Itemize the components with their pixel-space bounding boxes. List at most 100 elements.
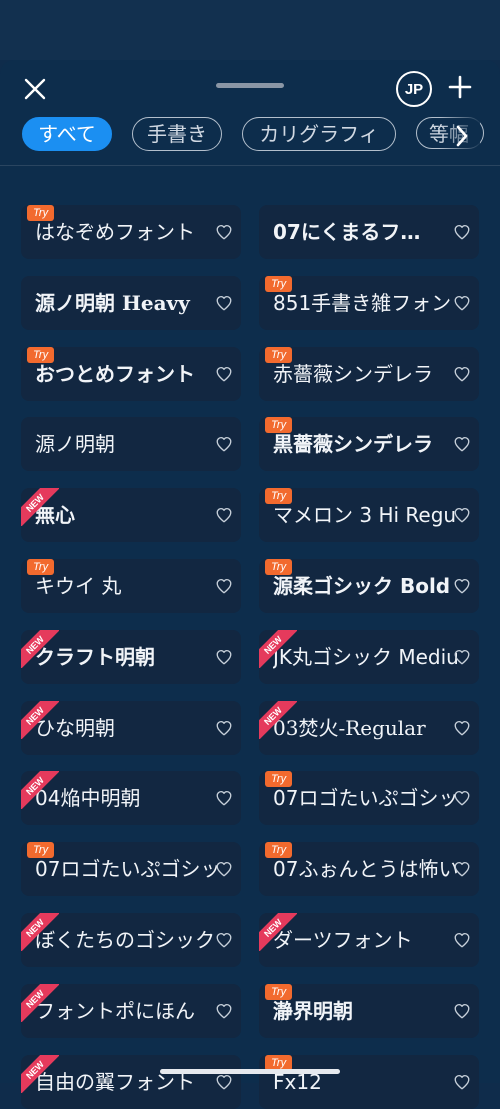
- heart-icon[interactable]: [453, 931, 471, 949]
- heart-icon[interactable]: [215, 1073, 233, 1091]
- font-grid: はなぞめフォント Try 07にくまるフ… 源ノ明朝 Heavy 851手書き雑フォント…: [0, 0, 500, 1109]
- font-card[interactable]: 07ふぉんとうは怖い Try: [259, 842, 479, 896]
- font-card[interactable]: Fx12 Try: [259, 1055, 479, 1109]
- try-badge: Try: [27, 842, 55, 858]
- heart-icon[interactable]: [215, 577, 233, 595]
- font-name: キウイ 丸: [35, 574, 122, 598]
- font-name: 07ロゴたいぷゴシック: [273, 786, 457, 810]
- font-name: ダーツフォント: [273, 928, 413, 952]
- heart-icon[interactable]: [215, 506, 233, 524]
- font-name: 源ノ明朝: [35, 432, 115, 456]
- font-name: ひな明朝: [35, 716, 115, 740]
- new-label: NEW: [259, 701, 297, 739]
- font-card[interactable]: フォントポにほん NEW: [21, 984, 241, 1038]
- new-label: NEW: [21, 1055, 59, 1093]
- new-label: NEW: [259, 913, 297, 951]
- heart-icon[interactable]: [215, 648, 233, 666]
- font-card[interactable]: 07ロゴたいぷゴシックTry: [259, 771, 479, 825]
- font-card[interactable]: はなぞめフォント Try: [21, 205, 241, 259]
- heart-icon[interactable]: [215, 294, 233, 312]
- font-card[interactable]: キウイ 丸 Try: [21, 559, 241, 613]
- font-card[interactable]: 851手書き雑フォント Try: [259, 276, 479, 330]
- new-ribbon: NEW: [259, 913, 297, 951]
- font-card[interactable]: JK丸ゴシック MediumNEW: [259, 630, 479, 684]
- font-card[interactable]: ぼくたちのゴシック NEW: [21, 913, 241, 967]
- font-card[interactable]: マメロン 3 Hi RegularTry: [259, 488, 479, 542]
- new-ribbon: NEW: [21, 913, 59, 951]
- heart-icon[interactable]: [453, 860, 471, 878]
- font-card[interactable]: ダーツフォント NEW: [259, 913, 479, 967]
- font-card[interactable]: 04焔中明朝 NEW: [21, 771, 241, 825]
- font-card[interactable]: 源柔ゴシック Bold Try: [259, 559, 479, 613]
- font-name: 07ロゴたいぷゴシック: [35, 857, 219, 881]
- new-ribbon: NEW: [21, 488, 59, 526]
- try-badge: Try: [265, 417, 293, 433]
- new-label: NEW: [259, 630, 297, 668]
- new-label: NEW: [21, 771, 59, 809]
- heart-icon[interactable]: [215, 1002, 233, 1020]
- font-name: 07ふぉんとうは怖い: [273, 857, 457, 881]
- new-ribbon: NEW: [21, 771, 59, 809]
- font-card[interactable]: 黒薔薇シンデレラ Try: [259, 417, 479, 471]
- font-name: 03焚火-Regular: [273, 716, 426, 740]
- new-ribbon: NEW: [21, 630, 59, 668]
- new-label: NEW: [21, 630, 59, 668]
- font-card[interactable]: 無心 NEW: [21, 488, 241, 542]
- font-name: クラフト明朝: [35, 645, 155, 669]
- font-card[interactable]: 07にくまるフ…: [259, 205, 479, 259]
- font-card[interactable]: 源ノ明朝: [21, 417, 241, 471]
- font-name: 07にくまるフ…: [273, 220, 421, 244]
- try-badge: Try: [27, 205, 55, 221]
- home-indicator: [160, 1069, 340, 1074]
- new-ribbon: NEW: [21, 984, 59, 1022]
- new-label: NEW: [21, 984, 59, 1022]
- heart-icon[interactable]: [453, 719, 471, 737]
- font-name: 瀞界明朝: [273, 999, 353, 1023]
- font-name: 851手書き雑フォント: [273, 291, 457, 315]
- font-name: 源柔ゴシック Bold: [273, 574, 451, 598]
- heart-icon[interactable]: [453, 435, 471, 453]
- heart-icon[interactable]: [215, 860, 233, 878]
- try-badge: Try: [27, 559, 55, 575]
- try-badge: Try: [265, 347, 293, 363]
- try-badge: Try: [265, 771, 293, 787]
- font-card[interactable]: 瀞界明朝 Try: [259, 984, 479, 1038]
- heart-icon[interactable]: [215, 931, 233, 949]
- font-card[interactable]: 03焚火-Regular NEW: [259, 701, 479, 755]
- font-card[interactable]: 赤薔薇シンデレラ Try: [259, 347, 479, 401]
- heart-icon[interactable]: [453, 1002, 471, 1020]
- font-name: 04焔中明朝: [35, 786, 141, 810]
- font-card[interactable]: 源ノ明朝 Heavy: [21, 276, 241, 330]
- new-label: NEW: [21, 488, 59, 526]
- font-card[interactable]: 自由の翼フォント NEW: [21, 1055, 241, 1109]
- heart-icon[interactable]: [453, 365, 471, 383]
- font-name: 源ノ明朝 Heavy: [35, 291, 190, 315]
- new-label: NEW: [21, 701, 59, 739]
- font-card[interactable]: 07ロゴたいぷゴシックTry: [21, 842, 241, 896]
- new-ribbon: NEW: [21, 701, 59, 739]
- font-name: 無心: [35, 503, 75, 527]
- try-badge: Try: [265, 984, 293, 1000]
- heart-icon[interactable]: [453, 506, 471, 524]
- heart-icon[interactable]: [215, 789, 233, 807]
- heart-icon[interactable]: [215, 719, 233, 737]
- new-ribbon: NEW: [21, 1055, 59, 1093]
- font-name: Fx12: [273, 1070, 322, 1094]
- heart-icon[interactable]: [453, 648, 471, 666]
- font-card[interactable]: クラフト明朝 NEW: [21, 630, 241, 684]
- new-ribbon: NEW: [259, 701, 297, 739]
- try-badge: Try: [27, 347, 55, 363]
- heart-icon[interactable]: [453, 294, 471, 312]
- heart-icon[interactable]: [215, 223, 233, 241]
- heart-icon[interactable]: [453, 577, 471, 595]
- font-name: おつとめフォント: [35, 362, 195, 386]
- heart-icon[interactable]: [215, 435, 233, 453]
- heart-icon[interactable]: [453, 789, 471, 807]
- heart-icon[interactable]: [453, 223, 471, 241]
- heart-icon[interactable]: [215, 365, 233, 383]
- font-card[interactable]: おつとめフォント Try: [21, 347, 241, 401]
- font-name: 自由の翼フォント: [35, 1070, 195, 1094]
- new-label: NEW: [21, 913, 59, 951]
- heart-icon[interactable]: [453, 1073, 471, 1091]
- font-card[interactable]: ひな明朝 NEW: [21, 701, 241, 755]
